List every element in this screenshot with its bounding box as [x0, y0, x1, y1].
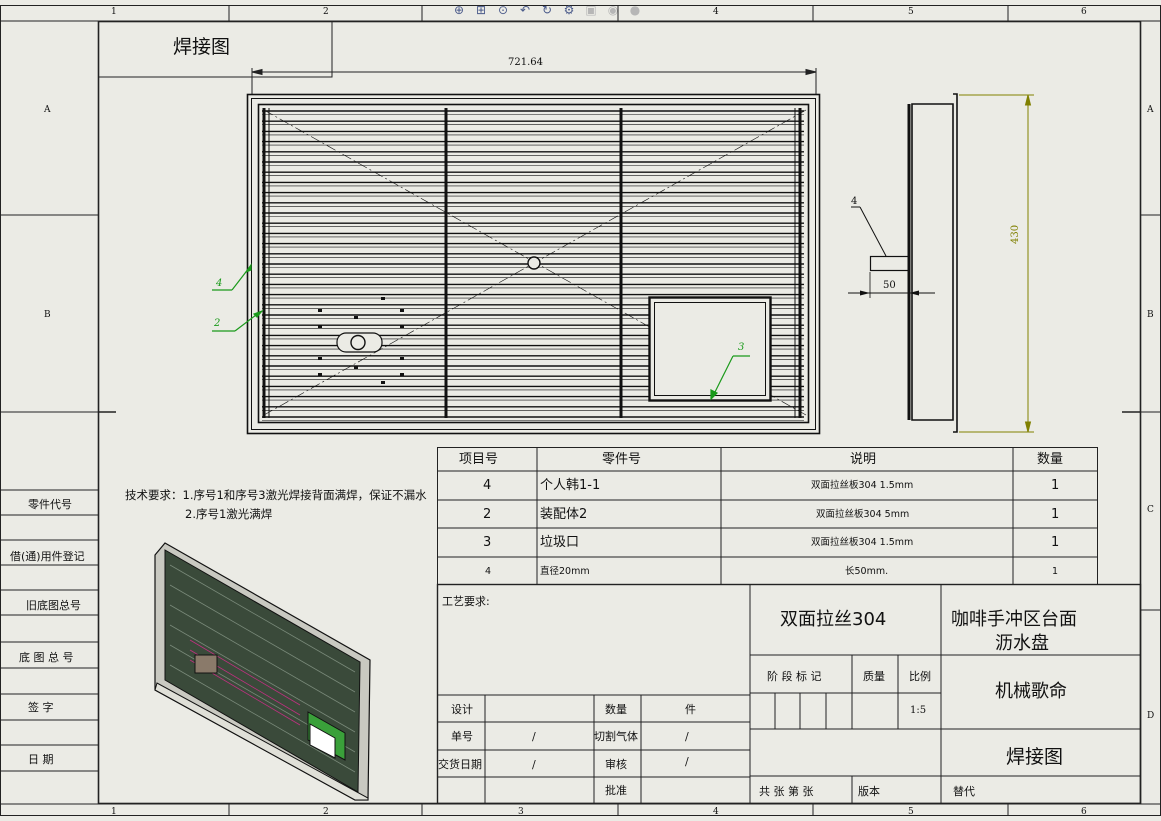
hide-show-icon[interactable]: ◉: [604, 1, 622, 19]
balloon-3-front: 3: [738, 342, 745, 353]
delivery-date-value: /: [532, 758, 536, 771]
bom-row-4-desc: 长50mm.: [845, 566, 889, 577]
zone-col-6-top: 6: [1081, 7, 1087, 17]
bom-row-2-desc: 双面拉丝板304 5mm: [816, 509, 910, 520]
left-label-signature: 签 字: [28, 701, 54, 714]
bom-table-grid: [437, 447, 1098, 585]
zone-col-6-bottom: 6: [1081, 807, 1087, 817]
height-dimension-text: 430: [1010, 224, 1021, 244]
zone-col-5-top: 5: [908, 7, 914, 17]
drawing-name: 焊接图: [1006, 746, 1064, 768]
bom-row-1-qty: 1: [1051, 478, 1060, 493]
left-label-date: 日 期: [28, 753, 54, 766]
review-value: /: [685, 755, 689, 768]
bom-row-3-part: 垃圾口: [540, 535, 580, 550]
design-label: 设计: [451, 703, 473, 716]
bracket-dimension-text: 50: [883, 280, 896, 291]
zone-col-1-bottom: 1: [111, 807, 117, 817]
left-label-old-drawing: 旧底图总号: [26, 599, 81, 612]
scale-value: 1:5: [910, 705, 927, 716]
bom-header-desc: 说明: [850, 452, 877, 467]
bom-row-2-item: 2: [483, 507, 492, 522]
process-requirement-label: 工艺要求:: [442, 595, 490, 608]
zone-col-4-bottom: 4: [713, 807, 719, 817]
quantity-unit: 件: [685, 703, 696, 716]
view-toolbar: ⊕ ⊞ ⊙ ↶ ↻ ⚙ ▣ ◉ ●: [450, 0, 720, 20]
bom-header-qty: 数量: [1037, 452, 1064, 467]
bom-header-item: 项目号: [459, 452, 499, 467]
zone-col-3-bottom: 3: [518, 807, 524, 817]
zone-row-b-left: B: [44, 310, 51, 320]
bom-row-2-qty: 1: [1051, 507, 1060, 522]
bom-row-3-item: 3: [483, 535, 492, 550]
bom-row-1-part: 个人韩1-1: [540, 478, 601, 493]
width-dimension-text: 721.64: [508, 57, 543, 68]
balloon-2-front: 2: [214, 318, 221, 329]
version-label: 版本: [858, 785, 880, 798]
zone-row-a-right: A: [1147, 105, 1154, 115]
appearance-icon[interactable]: ●: [626, 1, 644, 19]
zone-row-a-left: A: [44, 105, 51, 115]
bom-row-3-qty: 1: [1051, 535, 1060, 550]
unit-value: /: [532, 730, 536, 743]
zone-col-1-top: 1: [111, 7, 117, 17]
stage-mark-label: 阶 段 标 记: [767, 670, 822, 683]
view-settings-icon[interactable]: ⚙: [560, 1, 578, 19]
bom-row-2-part: 装配体2: [540, 507, 588, 522]
bom-row-4-part: 直径20mm: [540, 566, 590, 577]
side-view: [848, 93, 958, 433]
bom-row-4-item: 4: [485, 566, 492, 577]
left-label-base-drawing: 底 图 总 号: [19, 651, 74, 664]
replace-label: 替代: [953, 785, 975, 798]
cutting-gas-label: 切割气体: [594, 730, 638, 743]
zone-col-2-top: 2: [323, 7, 329, 17]
drawing-title: 焊接图: [173, 36, 231, 58]
zone-col-2-bottom: 2: [323, 807, 329, 817]
delivery-date-label: 交货日期: [438, 758, 482, 771]
front-view: [246, 93, 821, 435]
zone-row-d-right: D: [1147, 711, 1155, 721]
tech-requirement-line-1: 技术要求：1.序号1和序号3激光焊接背面满焊，保证不漏水: [125, 488, 427, 502]
balloon-4-side: 4: [851, 196, 858, 207]
bom-row-1-item: 4: [483, 478, 492, 493]
zoom-in-out-icon[interactable]: ⊙: [494, 1, 512, 19]
zone-row-c-right: C: [1147, 505, 1154, 515]
part-name-line-1: 咖啡手冲区台面: [951, 609, 1077, 630]
isometric-view: [154, 542, 371, 801]
drawing-sheet: [0, 5, 1161, 816]
quantity-label: 数量: [605, 703, 627, 716]
zoom-area-icon[interactable]: ⊞: [472, 1, 490, 19]
unit-label: 单号: [451, 730, 473, 743]
mass-label: 质量: [863, 670, 885, 683]
review-label: 审核: [605, 758, 627, 771]
balloon-4-front: 4: [216, 278, 223, 289]
scale-label: 比例: [909, 670, 931, 683]
left-label-borrowed-register: 借(通)用件登记: [10, 550, 85, 563]
zone-row-b-right: B: [1147, 310, 1154, 320]
bom-row-3-desc: 双面拉丝板304 1.5mm: [811, 537, 914, 548]
display-style-icon[interactable]: ▣: [582, 1, 600, 19]
bom-row-1-desc: 双面拉丝板304 1.5mm: [811, 480, 914, 491]
tech-requirement-line-2: 2.序号1激光满焊: [185, 507, 273, 521]
zone-col-4-top: 4: [713, 7, 719, 17]
approve-label: 批准: [605, 784, 627, 797]
zoom-to-fit-icon[interactable]: ⊕: [450, 1, 468, 19]
bom-row-4-qty: 1: [1052, 566, 1059, 577]
zone-col-5-bottom: 5: [908, 807, 914, 817]
rebuild-icon[interactable]: ↻: [538, 1, 556, 19]
bom-header-part: 零件号: [602, 452, 642, 467]
sheets-label: 共 张 第 张: [759, 785, 814, 798]
previous-view-icon[interactable]: ↶: [516, 1, 534, 19]
material-text: 双面拉丝304: [780, 609, 887, 630]
left-label-part-code: 零件代号: [28, 498, 72, 511]
company-name: 机械歌命: [995, 681, 1067, 702]
height-dimension: [959, 94, 1034, 433]
cutting-gas-value: /: [685, 730, 689, 743]
width-dimension: [251, 68, 817, 95]
part-name-line-2: 沥水盘: [995, 633, 1049, 654]
